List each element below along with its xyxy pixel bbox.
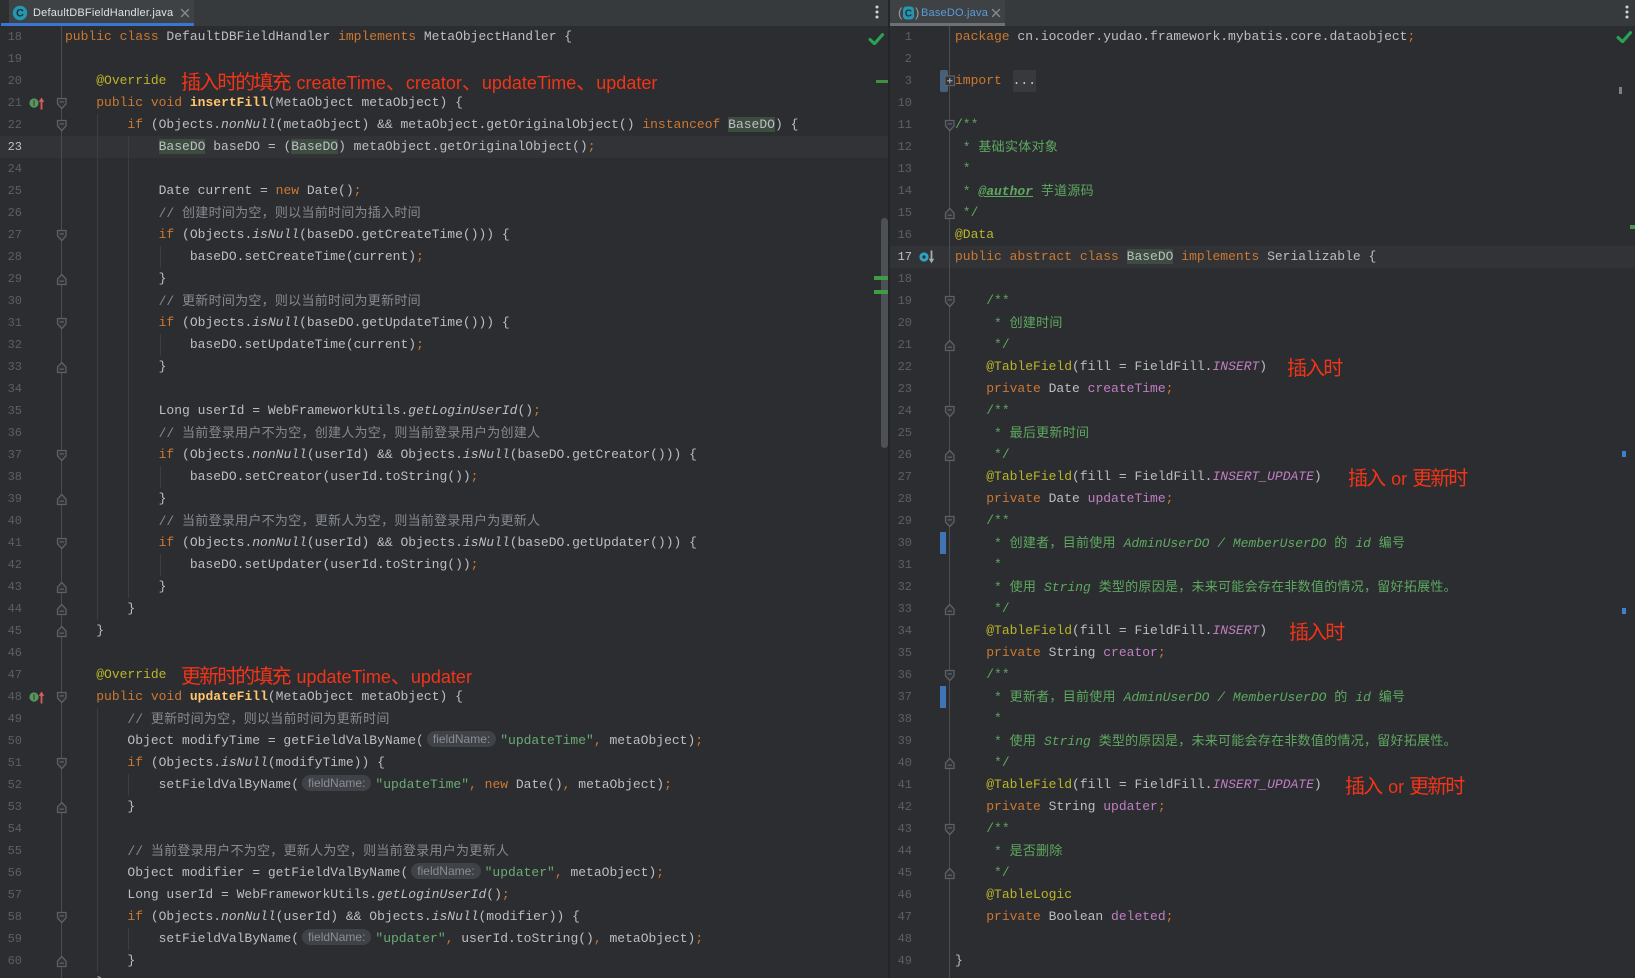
svg-text:C: C [905,9,912,20]
svg-text:C: C [16,8,24,20]
